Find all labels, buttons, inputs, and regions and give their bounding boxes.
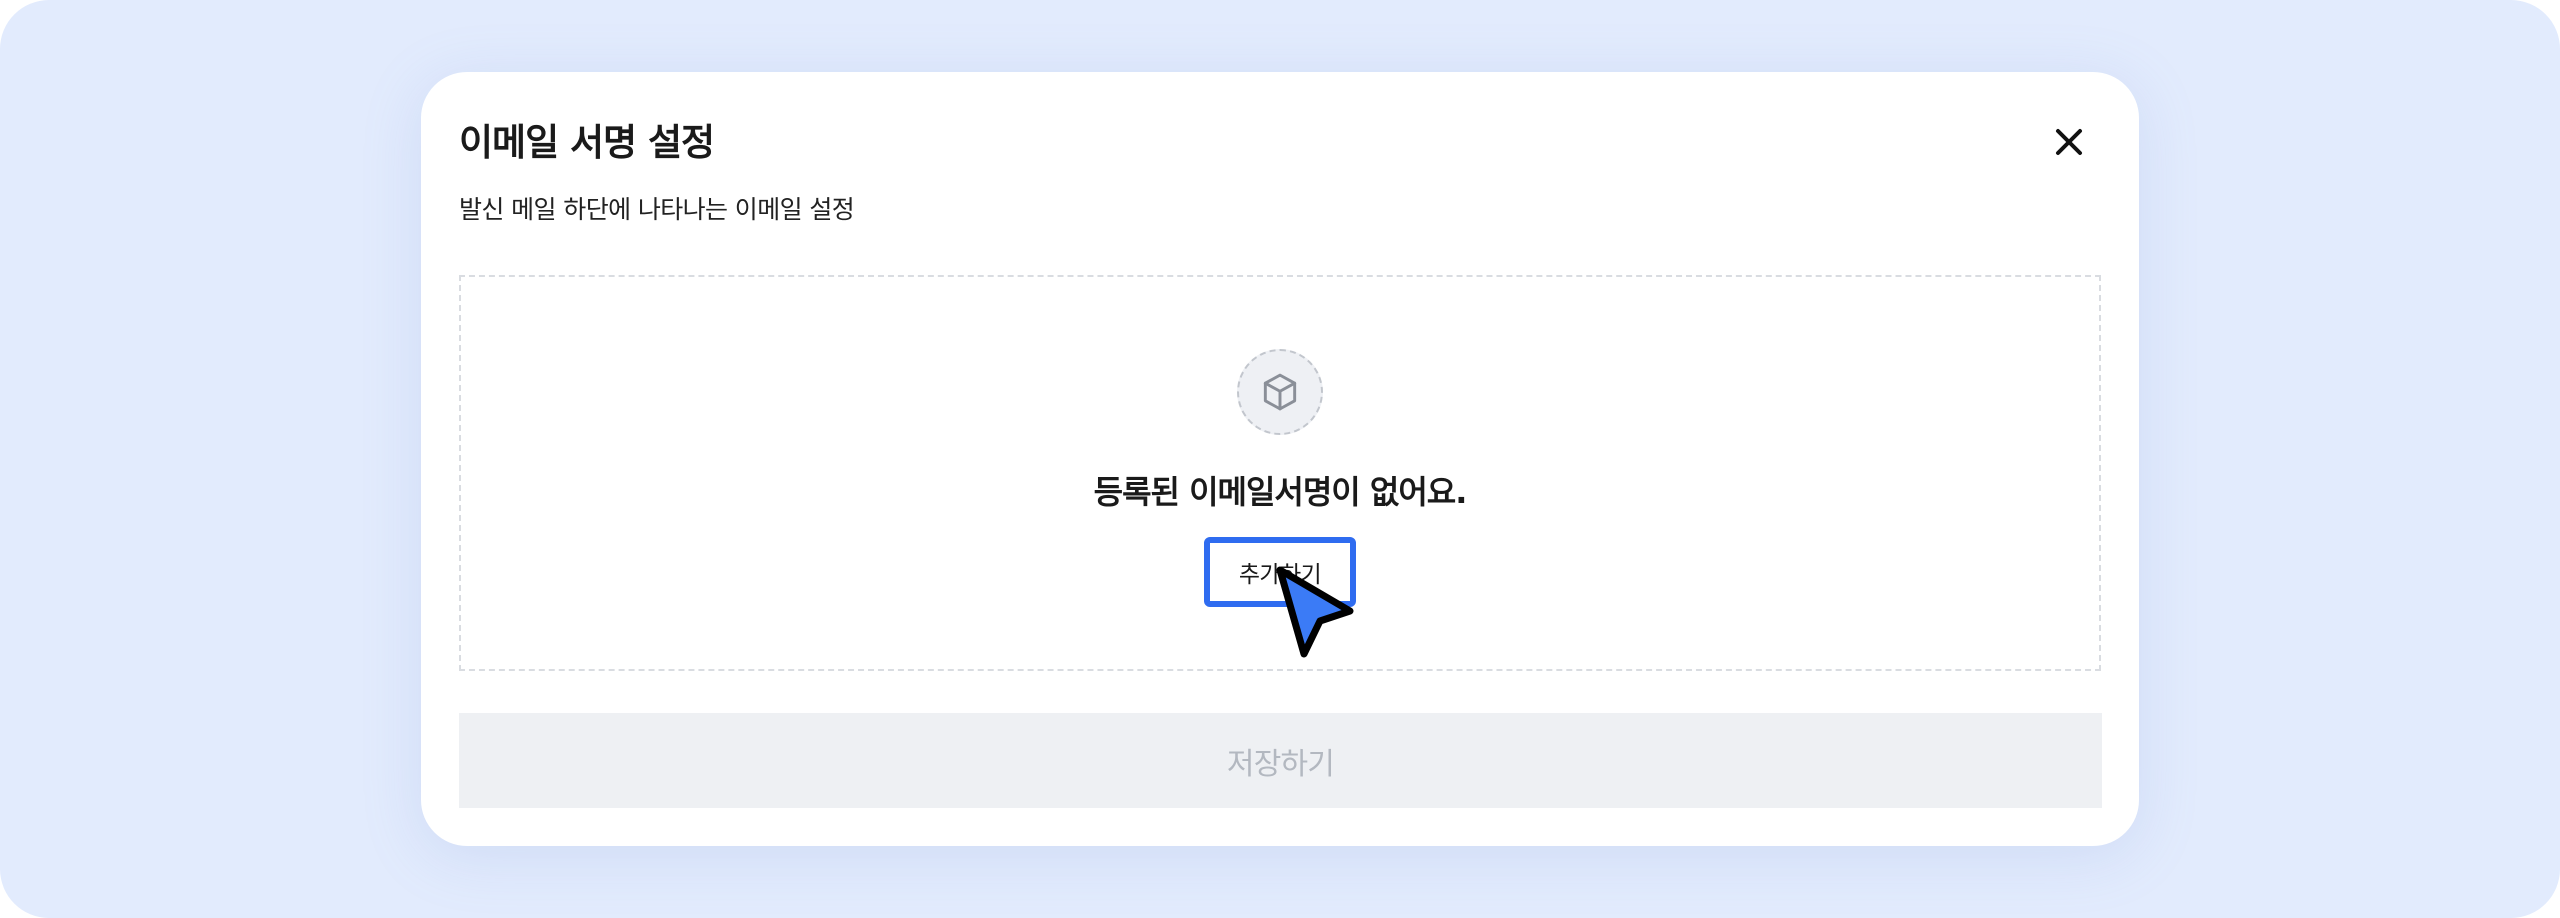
background-canvas: 이메일 서명 설정 발신 메일 하단에 나타나는 이메일 설정 등록된 이메일서… (0, 0, 2560, 918)
empty-state-container: 등록된 이메일서명이 없어요. 추가하기 (459, 275, 2101, 671)
save-button[interactable]: 저장하기 (459, 713, 2102, 808)
close-button[interactable] (2047, 120, 2091, 164)
close-icon (2056, 129, 2082, 155)
modal-subtitle: 발신 메일 하단에 나타나는 이메일 설정 (459, 195, 855, 224)
box-icon (1263, 373, 1297, 411)
email-signature-modal: 이메일 서명 설정 발신 메일 하단에 나타나는 이메일 설정 등록된 이메일서… (421, 72, 2139, 846)
add-signature-button[interactable]: 추가하기 (1204, 537, 1356, 607)
modal-title: 이메일 서명 설정 (459, 121, 715, 164)
empty-state-icon-circle (1237, 349, 1323, 435)
empty-state-message: 등록된 이메일서명이 없어요. (1093, 473, 1468, 511)
